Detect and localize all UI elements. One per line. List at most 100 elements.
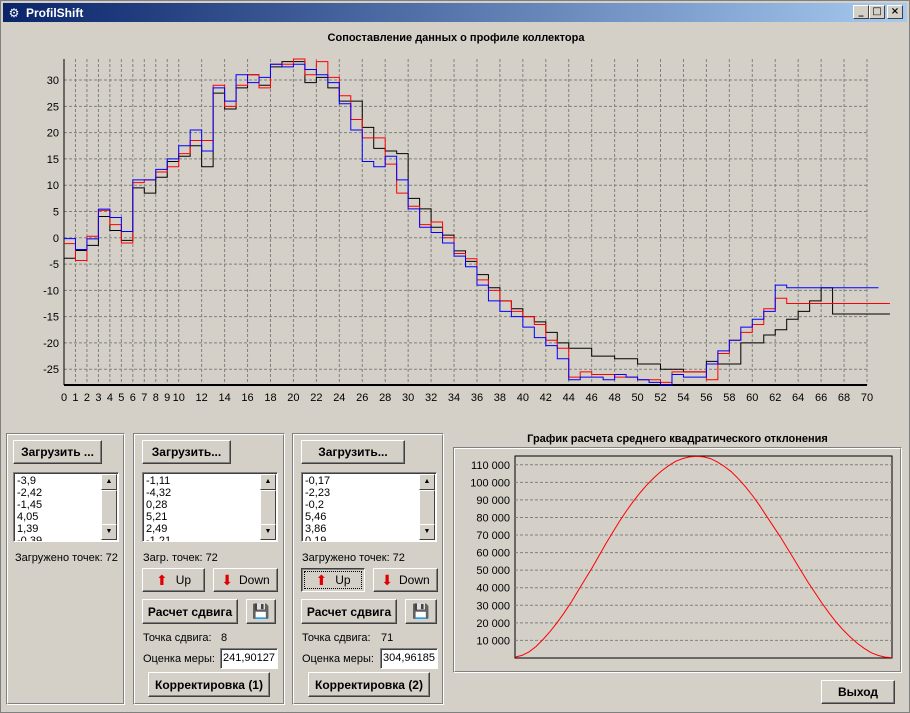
- rms-y-tick-label: 60 000: [476, 548, 510, 560]
- y-tick-label: 15: [47, 154, 59, 166]
- x-tick-label: 52: [654, 392, 666, 404]
- y-tick-label: 20: [47, 128, 59, 140]
- down-button-3[interactable]: ⬇ Down: [373, 568, 438, 592]
- title-bar[interactable]: ⚙ ProfilShift _ □ ×: [3, 3, 907, 22]
- x-tick-label: 18: [264, 392, 276, 404]
- list-item[interactable]: -1,21: [146, 535, 171, 541]
- list-item[interactable]: -4,32: [146, 487, 171, 499]
- correct-button-2[interactable]: Корректировка (2): [308, 672, 430, 697]
- x-tick-label: 3: [95, 392, 101, 404]
- list-item[interactable]: -1,11: [146, 475, 171, 487]
- x-tick-label: 5: [118, 392, 124, 404]
- load-button-3[interactable]: Загрузить...: [301, 440, 405, 464]
- x-tick-label: 6: [130, 392, 136, 404]
- y-tick-label: -15: [43, 312, 59, 324]
- scroll-down-icon[interactable]: ▼: [260, 524, 276, 540]
- up-button-3[interactable]: ⬆ Up: [301, 568, 365, 592]
- list-scrollbar-3[interactable]: ▲ ▼: [419, 474, 435, 540]
- down-label: Down: [399, 573, 430, 587]
- list-item[interactable]: -1,45: [17, 499, 42, 511]
- rms-y-tick-label: 10 000: [476, 635, 510, 647]
- rms-y-tick-label: 50 000: [476, 565, 510, 577]
- scroll-thumb[interactable]: [260, 490, 276, 526]
- scroll-up-icon[interactable]: ▲: [101, 474, 117, 490]
- measure-field-2[interactable]: 241,90127: [220, 648, 278, 669]
- list-item[interactable]: 3,86: [305, 523, 330, 535]
- list-item[interactable]: 5,21: [146, 511, 171, 523]
- y-tick-label: 0: [53, 233, 59, 245]
- list-item[interactable]: 0,19: [305, 535, 330, 541]
- x-tick-label: 9: [164, 392, 170, 404]
- measure-field-3[interactable]: 304,96185: [380, 648, 438, 669]
- measure-label-2: Оценка меры:: [143, 653, 215, 665]
- up-label: Up: [175, 573, 192, 587]
- x-tick-label: 38: [494, 392, 506, 404]
- load-button-1[interactable]: Загрузить ...: [13, 440, 102, 464]
- up-button-2[interactable]: ⬆ Up: [142, 568, 205, 592]
- list-item[interactable]: 4,05: [17, 511, 42, 523]
- scroll-up-icon[interactable]: ▲: [419, 474, 435, 490]
- scroll-up-icon[interactable]: ▲: [260, 474, 276, 490]
- rms-chart-title: График расчета среднего квадратического …: [527, 433, 828, 445]
- scroll-thumb[interactable]: [419, 490, 435, 526]
- save-icon: 💾: [252, 603, 270, 619]
- list-item[interactable]: -2,23: [305, 487, 330, 499]
- x-tick-label: 30: [402, 392, 414, 404]
- list-scrollbar-1[interactable]: ▲ ▼: [101, 474, 117, 540]
- down-button-2[interactable]: ⬇ Down: [213, 568, 278, 592]
- loaded-count-3: Загружено точек: 72: [302, 552, 405, 564]
- close-button[interactable]: ×: [887, 5, 903, 19]
- list-item[interactable]: -3,9: [17, 475, 42, 487]
- arrow-down-icon: ⬇: [221, 571, 234, 588]
- x-tick-label: 4: [107, 392, 113, 404]
- loaded-count-2: Загр. точек: 72: [143, 552, 218, 564]
- rms-y-tick-label: 30 000: [476, 600, 510, 612]
- minimize-button[interactable]: _: [853, 5, 869, 19]
- list-scrollbar-2[interactable]: ▲ ▼: [260, 474, 276, 540]
- shift-point-label-2: Точка сдвига:: [143, 632, 212, 644]
- x-tick-label: 54: [677, 392, 689, 404]
- list-item[interactable]: -0,39: [17, 535, 42, 541]
- rms-y-tick-label: 20 000: [476, 618, 510, 630]
- x-tick-label: 68: [838, 392, 850, 404]
- calc-shift-button-2[interactable]: Расчет сдвига: [142, 599, 238, 624]
- calc-shift-button-3[interactable]: Расчет сдвига: [301, 599, 397, 624]
- scroll-thumb[interactable]: [101, 490, 117, 526]
- list-item[interactable]: 0,28: [146, 499, 171, 511]
- scroll-down-icon[interactable]: ▼: [101, 524, 117, 540]
- load-button-2[interactable]: Загрузить...: [142, 440, 231, 464]
- x-tick-label: 48: [609, 392, 621, 404]
- rms-y-tick-label: 80 000: [476, 512, 510, 524]
- list-item[interactable]: 2,49: [146, 523, 171, 535]
- x-tick-label: 16: [241, 392, 253, 404]
- x-tick-label: 36: [471, 392, 483, 404]
- x-tick-label: 40: [517, 392, 529, 404]
- x-tick-label: 70: [861, 392, 873, 404]
- x-tick-label: 14: [218, 392, 230, 404]
- x-tick-label: 28: [379, 392, 391, 404]
- scroll-down-icon[interactable]: ▼: [419, 524, 435, 540]
- x-tick-label: 64: [792, 392, 804, 404]
- save-button-2[interactable]: 💾: [246, 599, 276, 624]
- list-item[interactable]: -2,42: [17, 487, 42, 499]
- x-tick-label: 58: [723, 392, 735, 404]
- exit-button[interactable]: Выход: [821, 680, 895, 704]
- save-icon: 💾: [412, 603, 430, 619]
- data-list-3[interactable]: -0,17 -2,23 -0,2 5,46 3,86 0,19 ▲ ▼: [301, 472, 437, 542]
- x-tick-label: 1: [72, 392, 78, 404]
- rms-y-tick-label: 90 000: [476, 495, 510, 507]
- main-window: ⚙ ProfilShift _ □ × Сопоставление данных…: [0, 0, 910, 713]
- data-list-1[interactable]: -3,9 -2,42 -1,45 4,05 1,39 -0,39 ▲ ▼: [13, 472, 119, 542]
- save-button-3[interactable]: 💾: [405, 599, 437, 624]
- x-tick-label: 0: [61, 392, 67, 404]
- list-item[interactable]: -0,2: [305, 499, 330, 511]
- list-item[interactable]: 1,39: [17, 523, 42, 535]
- x-tick-label: 2: [84, 392, 90, 404]
- list-item[interactable]: 5,46: [305, 511, 330, 523]
- window-title: ProfilShift: [26, 5, 84, 20]
- data-list-2[interactable]: -1,11 -4,32 0,28 5,21 2,49 -1,21 ▲ ▼: [142, 472, 278, 542]
- maximize-button[interactable]: □: [869, 5, 885, 19]
- list-item[interactable]: -0,17: [305, 475, 330, 487]
- x-tick-label: 24: [333, 392, 345, 404]
- correct-button-1[interactable]: Корректировка (1): [148, 672, 270, 697]
